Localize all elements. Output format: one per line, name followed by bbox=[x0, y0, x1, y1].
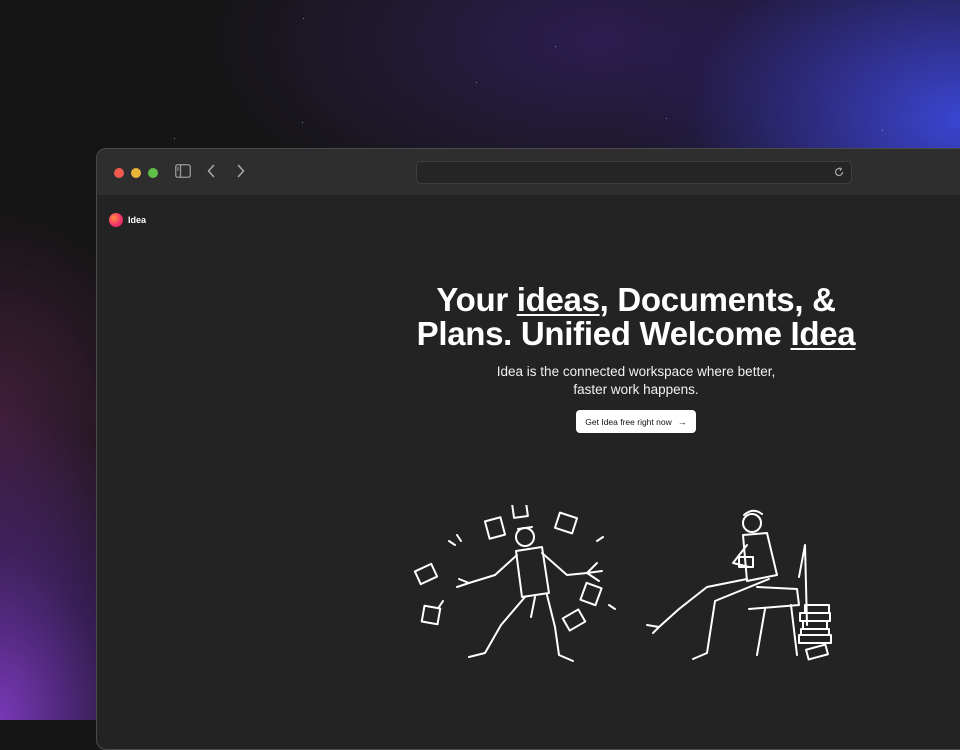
headline-ideas-link: ideas bbox=[516, 281, 600, 318]
brand-logo[interactable]: Idea bbox=[109, 213, 146, 227]
hero-illustration bbox=[413, 505, 832, 662]
hero-headline: Your ideas, Documents, & Plans. Unified … bbox=[408, 283, 864, 351]
hero-subtitle: Idea is the connected workspace where be… bbox=[496, 364, 776, 397]
headline-part-1: Your bbox=[436, 281, 517, 318]
browser-window: Idea Your ideas, Documents, & Plans. Uni… bbox=[96, 148, 960, 750]
maximize-window-button[interactable] bbox=[148, 168, 158, 178]
hero-section: Your ideas, Documents, & Plans. Unified … bbox=[408, 283, 864, 433]
logo-mark-icon bbox=[109, 213, 123, 227]
reload-icon[interactable] bbox=[833, 166, 845, 178]
minimize-window-button[interactable] bbox=[131, 168, 141, 178]
juggling-person-illustration bbox=[413, 505, 616, 662]
arrow-right-icon: → bbox=[677, 416, 687, 427]
cta-label: Get Idea free right now bbox=[585, 416, 672, 427]
sidebar-toggle-icon[interactable] bbox=[175, 164, 191, 178]
browser-toolbar bbox=[97, 149, 960, 196]
reading-person-illustration bbox=[646, 509, 832, 661]
address-bar[interactable] bbox=[416, 161, 852, 184]
brand-name: Idea bbox=[128, 215, 147, 225]
back-icon[interactable] bbox=[206, 164, 216, 178]
close-window-button[interactable] bbox=[114, 168, 124, 178]
get-idea-free-button[interactable]: Get Idea free right now → bbox=[576, 410, 696, 433]
headline-idea-link: Idea bbox=[790, 315, 856, 352]
forward-icon[interactable] bbox=[236, 164, 246, 178]
